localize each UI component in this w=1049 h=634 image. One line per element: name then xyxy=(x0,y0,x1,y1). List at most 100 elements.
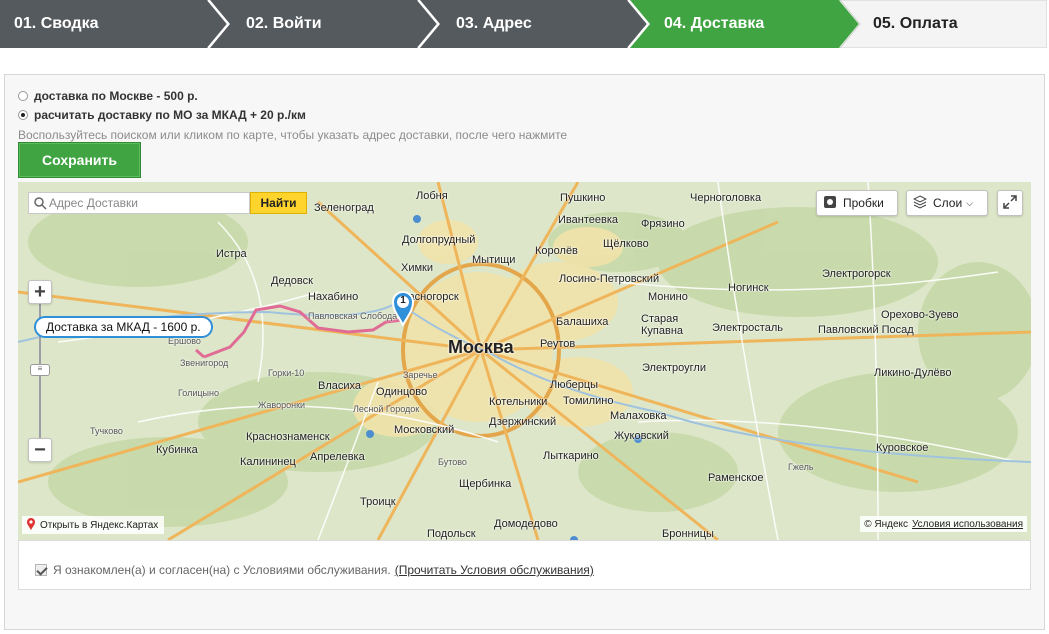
city-label: Ногинск xyxy=(728,282,769,294)
layers-button[interactable]: Слои ⌵ xyxy=(906,190,988,216)
city-label: Подольск xyxy=(427,528,476,540)
city-label: Раменское xyxy=(708,472,764,484)
city-label: Заречье xyxy=(403,370,438,380)
terms-checkbox[interactable] xyxy=(35,564,47,576)
delivery-map[interactable]: Зеленоград Лобня Пушкино Черноголовка До… xyxy=(18,182,1031,540)
city-label: Одинцово xyxy=(376,386,428,398)
city-label: Зеленоград xyxy=(314,202,374,214)
city-label: Пушкино xyxy=(560,192,606,204)
address-search-placeholder: Адрес Доставки xyxy=(49,196,138,210)
open-in-yandex-label: Открыть в Яндекс.Картах xyxy=(40,519,159,531)
search-icon xyxy=(33,196,47,210)
city-label: Калининец xyxy=(240,456,296,468)
city-label: Истра xyxy=(216,248,247,260)
city-label: Лосино-Петровский xyxy=(559,273,660,285)
city-label: Монино xyxy=(648,291,688,303)
layers-label: Слои xyxy=(933,196,963,210)
city-label: Орехово-Зуево xyxy=(881,309,959,321)
city-label: Гжель xyxy=(788,462,814,472)
terms-of-use-link[interactable]: Условия использования xyxy=(912,519,1023,530)
city-label: Щербинка xyxy=(459,478,512,490)
delivery-option-moscow-label: доставка по Москве - 500 р. xyxy=(34,89,198,103)
city-label: Малаховка xyxy=(610,410,667,422)
city-label: Жаворонки xyxy=(258,400,306,410)
layers-icon xyxy=(912,194,928,212)
city-label: Московский xyxy=(394,424,455,436)
city-label: Тучково xyxy=(90,426,123,436)
city-label: Лобня xyxy=(416,190,448,202)
city-label: Нахабино xyxy=(308,291,359,303)
checkout-steps: 01. Сводка 02. Войти 03. Адрес 04. Доста… xyxy=(0,0,1049,48)
zoom-slider-handle[interactable]: ≡ xyxy=(30,364,50,376)
step-address[interactable]: 03. Адрес xyxy=(420,0,648,48)
step-login[interactable]: 02. Войти xyxy=(210,0,438,48)
step-summary-label: 01. Сводка xyxy=(14,15,99,32)
find-button[interactable]: Найти xyxy=(250,192,307,214)
city-label: Томилино xyxy=(563,395,614,407)
city-label: Лесной Городок xyxy=(353,404,420,414)
city-label: Королёв xyxy=(535,245,578,257)
city-label: Лыткарино xyxy=(543,450,599,462)
terms-text: Я ознакомлен(а) и согласен(на) с Условия… xyxy=(53,563,391,577)
city-label: Павловский Посад xyxy=(818,324,914,336)
delivery-option-region[interactable]: расчитать доставку по МО за МКАД + 20 р.… xyxy=(18,108,306,122)
city-label: Щёлково xyxy=(603,238,649,250)
city-label: Горки-10 xyxy=(268,368,305,378)
city-label: Дедовск xyxy=(271,275,313,287)
city-label: Долгопрудный xyxy=(402,234,476,246)
city-label: Котельники xyxy=(489,396,548,408)
address-search-input[interactable]: Адрес Доставки xyxy=(28,192,250,214)
city-label: Фрязино xyxy=(641,218,685,230)
city-label: Жуковский xyxy=(614,430,669,442)
step-delivery[interactable]: 04. Доставка xyxy=(630,0,860,48)
city-label: Бутово xyxy=(438,457,467,467)
city-label: Кубинка xyxy=(156,444,198,456)
city-label: Ивантеевка xyxy=(558,214,618,226)
step-payment-label: 05. Оплата xyxy=(873,15,958,32)
radio-moscow[interactable] xyxy=(18,91,28,101)
city-label: Апрелевка xyxy=(310,451,365,463)
save-button[interactable]: Сохранить xyxy=(18,142,141,178)
radio-region[interactable] xyxy=(18,110,28,120)
traffic-label: Пробки xyxy=(843,196,884,210)
city-label: Троицк xyxy=(360,496,396,508)
city-label: Голицыно xyxy=(178,388,219,398)
delivery-option-region-label: расчитать доставку по МО за МКАД + 20 р.… xyxy=(34,108,306,122)
map-copyright: © Яндекс Условия использования xyxy=(860,516,1027,532)
step-address-shape xyxy=(420,0,648,48)
chevron-down-icon: ⌵ xyxy=(966,197,974,208)
step-payment[interactable]: 05. Оплата xyxy=(840,0,1047,48)
city-label: Черноголовка xyxy=(690,192,762,204)
city-label: Мытищи xyxy=(472,254,516,266)
open-in-yandex-link[interactable]: Открыть в Яндекс.Картах xyxy=(22,516,165,534)
terms-row: Я ознакомлен(а) и согласен(на) с Условия… xyxy=(35,563,594,577)
map-pin-icon xyxy=(26,517,36,534)
copyright-text: © Яндекс xyxy=(864,518,908,530)
route-price-label: Доставка за МКАД - 1600 р. xyxy=(34,316,213,338)
zoom-in-button[interactable]: + xyxy=(28,280,52,304)
fullscreen-icon xyxy=(1003,194,1017,212)
city-label: Электрогорск xyxy=(822,268,891,280)
zoom-out-button[interactable]: − xyxy=(28,438,52,462)
step-summary[interactable]: 01. Сводка xyxy=(0,0,228,48)
city-label: Домодедово xyxy=(494,518,558,530)
city-label: Электроугли xyxy=(642,362,706,374)
map-marker-number: 1 xyxy=(400,295,406,306)
city-label: Краснознаменск xyxy=(246,431,330,443)
city-label: Химки xyxy=(401,262,434,274)
city-label: Электросталь xyxy=(712,322,783,334)
step-login-label: 02. Войти xyxy=(246,15,322,32)
city-label: Ликино-Дулёво xyxy=(874,367,952,379)
city-label: Реутов xyxy=(540,338,576,350)
terms-link[interactable]: (Прочитать Условия обслуживания) xyxy=(395,563,594,577)
fullscreen-button[interactable] xyxy=(997,190,1023,216)
city-label: Куровское xyxy=(876,442,929,454)
step-address-label: 03. Адрес xyxy=(456,15,532,32)
map-marker-icon[interactable]: 1 xyxy=(391,290,415,328)
city-label: Старая Купавна xyxy=(641,313,684,337)
delivery-option-moscow[interactable]: доставка по Москве - 500 р. xyxy=(18,89,198,103)
map-base xyxy=(18,182,1031,540)
traffic-button[interactable]: Пробки xyxy=(816,190,898,216)
traffic-icon xyxy=(823,195,837,212)
step-delivery-label: 04. Доставка xyxy=(664,15,765,32)
